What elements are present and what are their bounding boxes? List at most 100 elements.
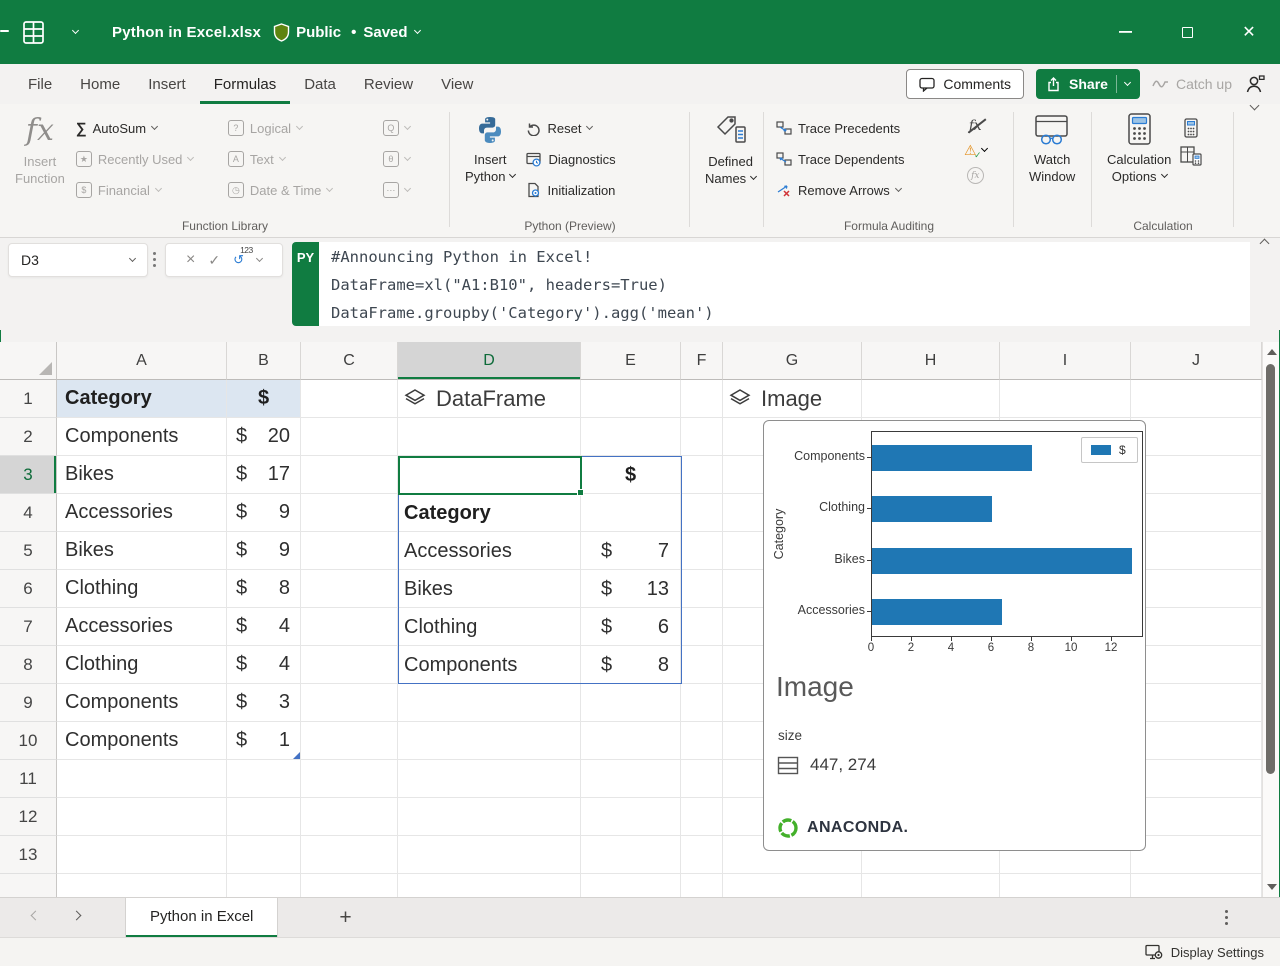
formula-bar-options-icon[interactable] bbox=[153, 258, 156, 261]
cell-E9[interactable] bbox=[581, 684, 681, 722]
cell-B12[interactable] bbox=[227, 798, 301, 836]
row-header-4[interactable]: 4 bbox=[0, 494, 57, 532]
sheet-options-icon[interactable] bbox=[1225, 916, 1228, 919]
cell-A2[interactable]: Components bbox=[57, 418, 227, 456]
cell-A9[interactable]: Components bbox=[57, 684, 227, 722]
show-formulas-icon[interactable]: fx bbox=[969, 118, 982, 134]
cell-F10[interactable] bbox=[681, 722, 723, 760]
cell-F14[interactable] bbox=[681, 874, 723, 897]
date-time-button[interactable]: ◷Date & Time bbox=[224, 178, 379, 202]
cell-B5[interactable]: $9 bbox=[227, 532, 301, 570]
column-header-J[interactable]: J bbox=[1131, 342, 1262, 380]
cell-D13[interactable] bbox=[398, 836, 581, 874]
cell-D11[interactable] bbox=[398, 760, 581, 798]
cell-C3[interactable] bbox=[301, 456, 398, 494]
cell-C14[interactable] bbox=[301, 874, 398, 897]
row-header-8[interactable]: 8 bbox=[0, 646, 57, 684]
maximize-button[interactable] bbox=[1156, 0, 1218, 64]
share-button[interactable]: Share bbox=[1036, 69, 1140, 99]
calculate-sheet-icon[interactable] bbox=[1180, 146, 1202, 166]
cell-C9[interactable] bbox=[301, 684, 398, 722]
insert-function-button[interactable]: fx InsertFunction bbox=[8, 112, 72, 215]
convert-chevron-icon[interactable] bbox=[256, 254, 263, 261]
column-header-C[interactable]: C bbox=[301, 342, 398, 380]
tab-home[interactable]: Home bbox=[66, 64, 134, 104]
tab-file[interactable]: File bbox=[14, 64, 66, 104]
cell-F5[interactable] bbox=[681, 532, 723, 570]
cell-C12[interactable] bbox=[301, 798, 398, 836]
cell-B4[interactable]: $9 bbox=[227, 494, 301, 532]
row-header-1[interactable]: 1 bbox=[0, 380, 57, 418]
cell-d8[interactable]: Components bbox=[403, 646, 579, 684]
cell-C11[interactable] bbox=[301, 760, 398, 798]
convert-to-values-icon[interactable]: ↺123 bbox=[233, 252, 244, 268]
cell-A12[interactable] bbox=[57, 798, 227, 836]
cell-C13[interactable] bbox=[301, 836, 398, 874]
cell-A11[interactable] bbox=[57, 760, 227, 798]
cell-F12[interactable] bbox=[681, 798, 723, 836]
remove-arrows-button[interactable]: Remove Arrows bbox=[772, 178, 954, 202]
text-button[interactable]: AText bbox=[224, 147, 379, 171]
cell-F11[interactable] bbox=[681, 760, 723, 798]
cell-J11[interactable] bbox=[1131, 760, 1262, 798]
cell-d7[interactable]: Clothing bbox=[403, 608, 579, 646]
cell-B14[interactable] bbox=[227, 874, 301, 897]
more-functions-button[interactable]: ⋯ bbox=[379, 178, 434, 202]
cell-e5[interactable]: $7 bbox=[582, 532, 679, 570]
logical-button[interactable]: ?Logical bbox=[224, 116, 379, 140]
cell-G14[interactable] bbox=[723, 874, 862, 897]
cell-F4[interactable] bbox=[681, 494, 723, 532]
scroll-up-button[interactable] bbox=[1267, 349, 1277, 355]
tab-data[interactable]: Data bbox=[290, 64, 350, 104]
cell-C4[interactable] bbox=[301, 494, 398, 532]
column-header-F[interactable]: F bbox=[681, 342, 723, 380]
prev-sheet-button[interactable] bbox=[31, 911, 41, 921]
insert-python-button[interactable]: InsertPython bbox=[458, 112, 522, 215]
cell-C2[interactable] bbox=[301, 418, 398, 456]
cell-J1[interactable] bbox=[1131, 380, 1262, 418]
cell-E13[interactable] bbox=[581, 836, 681, 874]
cell-F13[interactable] bbox=[681, 836, 723, 874]
tab-formulas[interactable]: Formulas bbox=[200, 64, 291, 104]
cell-C7[interactable] bbox=[301, 608, 398, 646]
cell-F8[interactable] bbox=[681, 646, 723, 684]
cell-A14[interactable] bbox=[57, 874, 227, 897]
cell-F2[interactable] bbox=[681, 418, 723, 456]
document-title[interactable]: Python in Excel.xlsx bbox=[112, 24, 261, 41]
row-header-13[interactable]: 13 bbox=[0, 836, 57, 874]
cell-B9[interactable]: $3 bbox=[227, 684, 301, 722]
cell-H14[interactable] bbox=[862, 874, 1000, 897]
cell-D2[interactable] bbox=[398, 418, 581, 456]
cell-B11[interactable] bbox=[227, 760, 301, 798]
column-header-I[interactable]: I bbox=[1000, 342, 1131, 380]
cell-A4[interactable]: Accessories bbox=[57, 494, 227, 532]
reset-button[interactable]: Reset bbox=[522, 116, 667, 140]
display-settings-button[interactable]: Display Settings bbox=[1171, 945, 1264, 960]
cell-J12[interactable] bbox=[1131, 798, 1262, 836]
cell-A6[interactable]: Clothing bbox=[57, 570, 227, 608]
row-header-14[interactable] bbox=[0, 874, 57, 897]
column-header-H[interactable]: H bbox=[862, 342, 1000, 380]
python-image-card[interactable]: Category $ Image size 447, 274 ANACONDA.… bbox=[763, 420, 1146, 851]
row-header-3[interactable]: 3 bbox=[0, 456, 57, 494]
calculate-now-icon[interactable] bbox=[1183, 118, 1199, 138]
next-sheet-button[interactable] bbox=[72, 911, 82, 921]
cell-F3[interactable] bbox=[681, 456, 723, 494]
select-all-corner[interactable] bbox=[0, 342, 57, 380]
cell-C1[interactable] bbox=[301, 380, 398, 418]
row-header-10[interactable]: 10 bbox=[0, 722, 57, 760]
defined-names-button[interactable]: DefinedNames bbox=[698, 112, 763, 215]
sensitivity-label[interactable]: Public bbox=[273, 23, 341, 42]
excel-logo-icon[interactable] bbox=[20, 19, 47, 46]
cell-A7[interactable]: Accessories bbox=[57, 608, 227, 646]
cell-e8[interactable]: $8 bbox=[582, 646, 679, 684]
cell-A8[interactable]: Clothing bbox=[57, 646, 227, 684]
diagnostics-button[interactable]: Diagnostics bbox=[522, 147, 667, 171]
cell-d4[interactable]: Category bbox=[403, 494, 579, 532]
person-icon[interactable] bbox=[1244, 74, 1266, 94]
cell-d1-dataframe[interactable]: DataFrame bbox=[403, 380, 546, 418]
cell-E12[interactable] bbox=[581, 798, 681, 836]
cell-J10[interactable] bbox=[1131, 722, 1262, 760]
cell-J7[interactable] bbox=[1131, 608, 1262, 646]
math-trig-button[interactable]: θ bbox=[379, 147, 434, 171]
